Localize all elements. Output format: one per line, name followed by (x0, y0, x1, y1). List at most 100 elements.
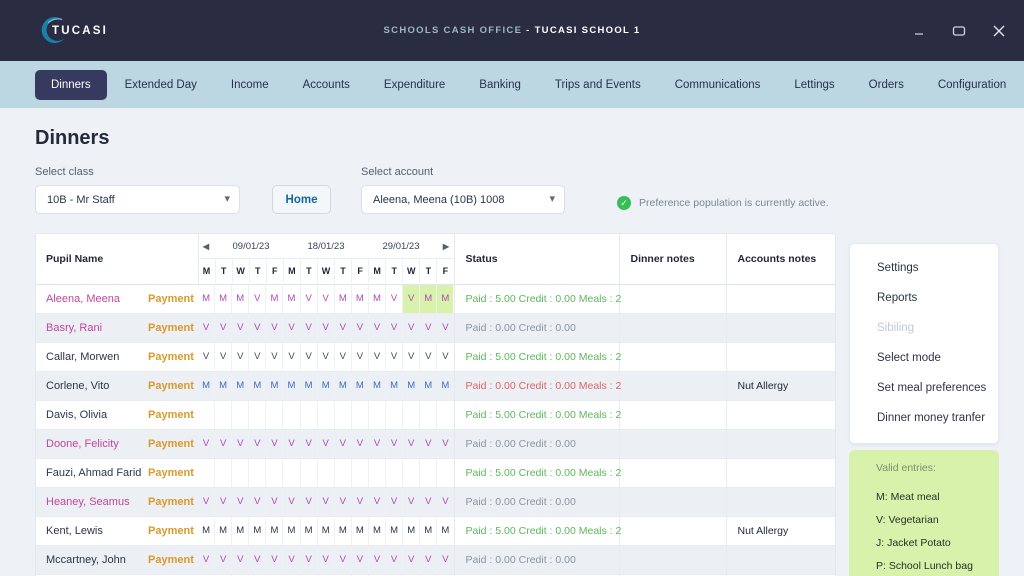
meal-day-cell[interactable]: M (352, 371, 369, 400)
meal-day-cell[interactable]: V (215, 545, 233, 574)
meal-day-cell[interactable]: V (301, 487, 318, 516)
meal-day-cell[interactable]: V (369, 429, 387, 458)
meal-day-cell[interactable]: V (266, 429, 284, 458)
payment-link[interactable]: Payment (148, 438, 194, 450)
meal-day-cell[interactable] (283, 458, 301, 487)
meal-day-cell[interactable]: M (403, 516, 421, 545)
accounts-notes-cell[interactable]: Nut Allergy (726, 371, 835, 401)
meal-day-cell[interactable]: V (318, 487, 335, 516)
meal-day-cell[interactable]: V (215, 342, 233, 371)
meal-day-cell[interactable]: M (249, 516, 267, 545)
meal-day-cell[interactable]: V (232, 313, 250, 342)
meal-day-cell[interactable]: V (403, 545, 421, 574)
meal-day-cell[interactable]: V (283, 429, 301, 458)
meal-day-cell[interactable]: M (318, 371, 335, 400)
meal-day-cell[interactable] (386, 458, 404, 487)
pupil-name[interactable]: Mccartney, John (46, 554, 126, 566)
nav-item-communications[interactable]: Communications (659, 70, 777, 100)
meal-day-cell[interactable]: V (249, 429, 267, 458)
meal-day-cell[interactable] (249, 458, 267, 487)
meal-day-cell[interactable]: V (403, 429, 421, 458)
nav-item-extended-day[interactable]: Extended Day (109, 70, 213, 100)
maximize-icon[interactable] (948, 20, 970, 42)
meal-day-cell[interactable]: V (437, 488, 453, 516)
pupil-name[interactable]: Kent, Lewis (46, 525, 103, 537)
nav-item-orders[interactable]: Orders (853, 70, 920, 100)
meal-day-cell[interactable]: M (215, 516, 233, 545)
meal-day-cell[interactable]: V (301, 342, 318, 371)
meal-day-cell[interactable] (266, 400, 284, 429)
meal-day-cell[interactable]: V (318, 429, 335, 458)
meal-day-cell[interactable]: V (232, 342, 250, 371)
meal-day-cell[interactable]: V (249, 545, 267, 574)
meal-day-cell[interactable] (198, 458, 216, 487)
meal-day-cell[interactable]: M (386, 371, 404, 400)
meal-day-cell[interactable]: V (386, 284, 404, 313)
meal-day-cell[interactable] (403, 400, 421, 429)
menu-item-set-meal-preferences[interactable]: Set meal preferences (850, 373, 998, 403)
nav-item-banking[interactable]: Banking (463, 70, 537, 100)
meal-day-cell[interactable]: V (266, 545, 284, 574)
meal-day-cell[interactable]: M (232, 371, 250, 400)
meal-day-cell[interactable]: M (369, 371, 387, 400)
nav-item-configuration[interactable]: Configuration (922, 70, 1022, 100)
meal-day-cell[interactable] (318, 400, 335, 429)
dinner-notes-cell[interactable] (619, 545, 727, 575)
meal-day-cell[interactable]: V (386, 342, 404, 371)
meal-day-cell[interactable]: V (232, 429, 250, 458)
meal-day-cell[interactable]: M (266, 516, 284, 545)
dinner-notes-cell[interactable] (619, 284, 727, 314)
nav-item-dinners[interactable]: Dinners (35, 69, 107, 100)
meal-day-cell[interactable]: V (437, 314, 453, 342)
meal-day-cell[interactable]: M (318, 516, 335, 545)
menu-item-select-mode[interactable]: Select mode (850, 343, 998, 373)
chevron-left-icon[interactable]: ◀ (199, 242, 214, 251)
meal-day-cell[interactable]: V (403, 342, 421, 371)
meal-day-cell[interactable]: V (215, 429, 233, 458)
meal-day-cell[interactable]: V (318, 342, 335, 371)
payment-link[interactable]: Payment (148, 351, 194, 363)
meal-day-cell[interactable]: M (386, 516, 404, 545)
meal-day-cell[interactable]: V (198, 487, 216, 516)
meal-day-cell[interactable]: V (301, 545, 318, 574)
meal-day-cell[interactable]: V (198, 342, 216, 371)
meal-day-cell[interactable] (335, 400, 352, 429)
meal-day-cell[interactable]: M (283, 516, 301, 545)
nav-item-accounts[interactable]: Accounts (287, 70, 366, 100)
meal-day-cell[interactable]: V (266, 487, 284, 516)
meal-day-cell[interactable]: V (198, 429, 216, 458)
meal-day-cell[interactable] (215, 458, 233, 487)
menu-item-reports[interactable]: Reports (850, 283, 998, 313)
meal-day-cell[interactable]: M (198, 516, 216, 545)
meal-day-cell[interactable] (232, 458, 250, 487)
meal-day-cell[interactable]: V (198, 313, 216, 342)
accounts-notes-cell[interactable]: Nut Allergy (726, 516, 835, 546)
meal-day-cell[interactable]: M (352, 516, 369, 545)
meal-day-cell[interactable]: V (335, 545, 352, 574)
meal-day-cell[interactable] (301, 400, 318, 429)
meal-day-cell[interactable]: M (335, 284, 352, 313)
meal-day-cell[interactable] (352, 458, 369, 487)
meal-day-cell[interactable]: M (335, 516, 352, 545)
meal-day-cell[interactable]: M (352, 284, 369, 313)
meal-day-cell[interactable]: V (369, 487, 387, 516)
meal-day-cell[interactable]: M (249, 371, 267, 400)
pupil-name[interactable]: Callar, Morwen (46, 351, 119, 363)
pupil-name[interactable]: Basry, Rani (46, 322, 102, 334)
meal-day-cell[interactable] (198, 400, 216, 429)
meal-day-cell[interactable]: V (437, 430, 453, 458)
meal-day-cell[interactable]: V (386, 487, 404, 516)
meal-day-cell[interactable]: V (249, 342, 267, 371)
meal-day-cell[interactable]: M (420, 516, 438, 545)
meal-day-cell[interactable] (301, 458, 318, 487)
pupil-name[interactable]: Corlene, Vito (46, 380, 109, 392)
meal-day-cell[interactable]: V (232, 545, 250, 574)
pupil-name[interactable]: Heaney, Seamus (46, 496, 130, 508)
meal-day-cell[interactable]: V (386, 545, 404, 574)
meal-day-cell[interactable]: V (283, 342, 301, 371)
meal-day-cell[interactable]: V (301, 429, 318, 458)
meal-day-cell[interactable]: V (369, 545, 387, 574)
dinner-notes-cell[interactable] (619, 371, 727, 401)
meal-day-cell[interactable]: M (198, 284, 216, 313)
meal-day-cell[interactable]: M (301, 371, 318, 400)
